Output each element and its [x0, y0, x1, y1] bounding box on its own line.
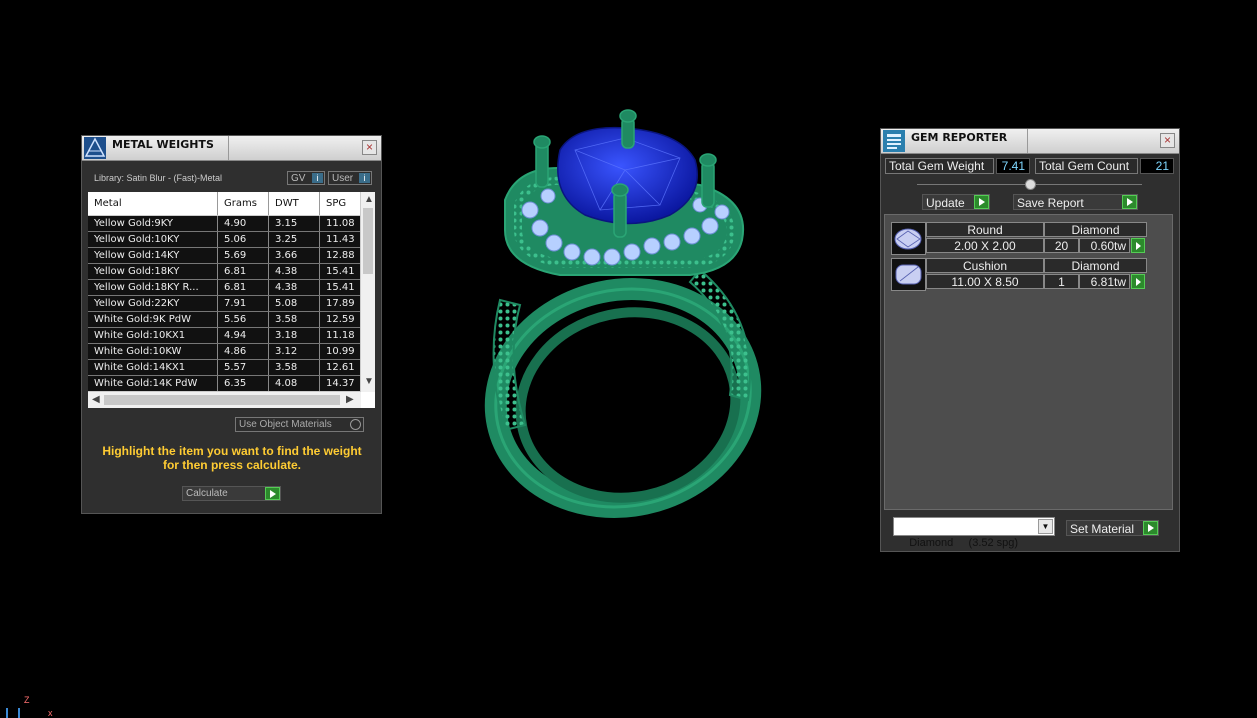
axis-z-label: Z [24, 695, 30, 705]
chevron-down-icon[interactable]: ▼ [1038, 519, 1053, 534]
gem-size: 2.00 X 2.00 [926, 238, 1044, 253]
gem-reporter-title: GEM REPORTER [911, 131, 1008, 144]
gem-reporter-panel: GEM REPORTER × Total Gem Weight 7.41 Tot… [880, 128, 1180, 552]
gem-detail-arrow-icon[interactable] [1131, 238, 1145, 253]
close-icon[interactable]: × [1160, 133, 1175, 148]
cushion-gem-icon [891, 258, 926, 291]
gem-size: 11.00 X 8.50 [926, 274, 1044, 289]
gem-row[interactable]: Cushion Diamond 11.00 X 8.50 1 6.81tw [891, 258, 1149, 291]
gem-row[interactable]: Round Diamond 2.00 X 2.00 20 0.60tw [891, 222, 1149, 255]
title-divider [1027, 129, 1028, 153]
round-gem-icon [891, 222, 926, 255]
total-gem-count-value: 21 [1140, 158, 1174, 174]
gem-count: 1 [1044, 274, 1079, 289]
gem-shape: Round [926, 222, 1044, 237]
material-select[interactable]: Diamond (3.52 spg) ▼ [893, 517, 1055, 549]
play-arrow-icon [1143, 521, 1158, 535]
axis-x-label: x [48, 708, 53, 718]
gem-material: Diamond [1044, 258, 1147, 273]
set-material-label: Set Material [1070, 522, 1135, 536]
collapse-toggle-icon[interactable] [1025, 179, 1036, 190]
set-material-button[interactable]: Set Material [1066, 520, 1159, 536]
gem-list: Round Diamond 2.00 X 2.00 20 0.60tw Cush… [884, 214, 1173, 510]
play-arrow-icon [1122, 195, 1137, 209]
total-gem-weight-value: 7.41 [996, 158, 1030, 174]
gem-reporter-titlebar[interactable]: GEM REPORTER × [881, 129, 1179, 154]
gem-detail-arrow-icon[interactable] [1131, 274, 1145, 289]
gem-shape: Cushion [926, 258, 1044, 273]
total-gem-count-label: Total Gem Count [1035, 158, 1138, 174]
gem-count: 20 [1044, 238, 1079, 253]
play-arrow-icon [974, 195, 989, 209]
gem-weight: 0.60tw [1079, 238, 1130, 253]
axis-indicator-icon [6, 708, 20, 718]
material-select-value: Diamond (3.52 spg) [909, 537, 1019, 549]
gem-material: Diamond [1044, 222, 1147, 237]
update-label: Update [926, 196, 965, 210]
save-report-label: Save Report [1017, 196, 1084, 210]
update-button[interactable]: Update [922, 194, 990, 210]
total-gem-weight-label: Total Gem Weight [885, 158, 994, 174]
gem-report-logo-icon [883, 130, 905, 152]
gem-weight: 6.81tw [1079, 274, 1130, 289]
save-report-button[interactable]: Save Report [1013, 194, 1138, 210]
